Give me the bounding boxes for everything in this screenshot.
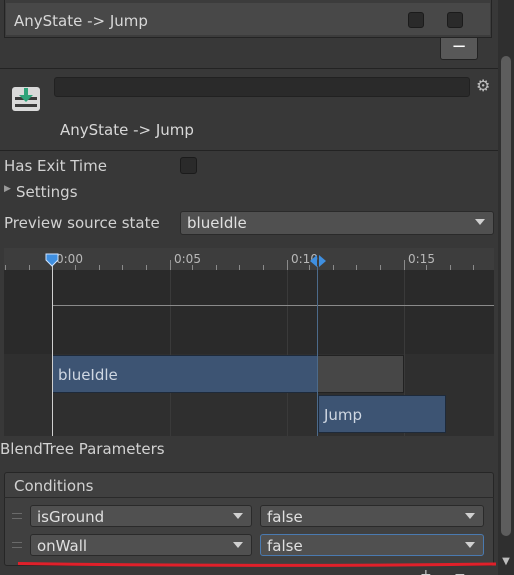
grid-line — [287, 270, 288, 354]
playhead-line — [52, 266, 53, 436]
major-tick — [170, 260, 171, 270]
has-exit-time-checkbox[interactable] — [180, 157, 197, 174]
header-title: AnyState -> Jump — [60, 121, 194, 139]
curve-track — [4, 270, 494, 354]
source-state-bar[interactable]: blueIdle — [52, 355, 318, 393]
major-tick — [404, 260, 405, 270]
condition-parameter-value: isGround — [37, 508, 105, 526]
condition-value-dropdown[interactable]: false — [260, 534, 484, 556]
transition-icon — [12, 87, 40, 111]
preview-source-dropdown[interactable]: blueIdle — [180, 211, 494, 235]
gear-icon[interactable]: ⚙ — [476, 76, 490, 95]
major-tick — [287, 260, 288, 270]
scroll-down-arrow-icon[interactable]: ▼ — [500, 556, 512, 568]
transition-curve — [52, 305, 494, 306]
timeline-ruler[interactable]: 0:00 0:05 0:10 0:15 — [4, 248, 494, 270]
add-condition-button[interactable]: + — [420, 567, 432, 575]
blendtree-parameters-label: BlendTree Parameters — [0, 440, 165, 458]
condition-parameter-value: onWall — [37, 537, 88, 555]
settings-foldout[interactable]: Settings — [16, 183, 78, 201]
source-state-tail — [318, 355, 404, 393]
tick-label: 0:05 — [174, 252, 201, 266]
transition-name-field[interactable] — [54, 77, 470, 97]
drag-handle-icon[interactable] — [12, 513, 22, 519]
grid-line — [170, 270, 171, 354]
preview-source-value: blueIdle — [187, 214, 247, 232]
tick-label: 0:00 — [56, 252, 83, 266]
dropdown-arrow-icon — [465, 513, 475, 519]
condition-value: false — [267, 537, 303, 555]
playhead-marker-icon[interactable] — [45, 253, 59, 267]
condition-parameter-dropdown[interactable]: isGround — [30, 505, 252, 527]
transition-handle-icon[interactable] — [310, 255, 326, 267]
tick-label: 0:15 — [408, 252, 435, 266]
condition-value: false — [267, 508, 303, 526]
grid-line — [404, 270, 405, 354]
transition-row-label: AnyState -> Jump — [14, 12, 148, 30]
remove-transition-button[interactable]: − — [440, 38, 478, 60]
dropdown-arrow-icon — [233, 513, 243, 519]
scrollbar-thumb[interactable] — [501, 56, 511, 536]
preview-source-label: Preview source state — [4, 214, 160, 232]
drag-handle-icon[interactable] — [12, 542, 22, 548]
remove-condition-button[interactable]: − — [454, 567, 466, 575]
expand-arrow-icon[interactable]: ▶ — [4, 184, 11, 194]
dropdown-arrow-icon — [233, 542, 243, 548]
divider — [0, 68, 498, 69]
conditions-title: Conditions — [14, 477, 94, 495]
divider — [0, 150, 498, 151]
destination-state-label: Jump — [324, 406, 363, 424]
mute-checkbox[interactable] — [447, 12, 463, 28]
destination-state-bar[interactable]: Jump — [318, 395, 446, 433]
has-exit-time-label: Has Exit Time — [4, 157, 107, 175]
condition-value-dropdown[interactable]: false — [260, 505, 484, 527]
condition-parameter-dropdown[interactable]: onWall — [30, 534, 252, 556]
transition-end-line — [317, 266, 318, 436]
dropdown-arrow-icon — [465, 542, 475, 548]
solo-checkbox[interactable] — [408, 12, 424, 28]
source-state-label: blueIdle — [58, 366, 118, 384]
dropdown-arrow-icon — [475, 219, 485, 225]
